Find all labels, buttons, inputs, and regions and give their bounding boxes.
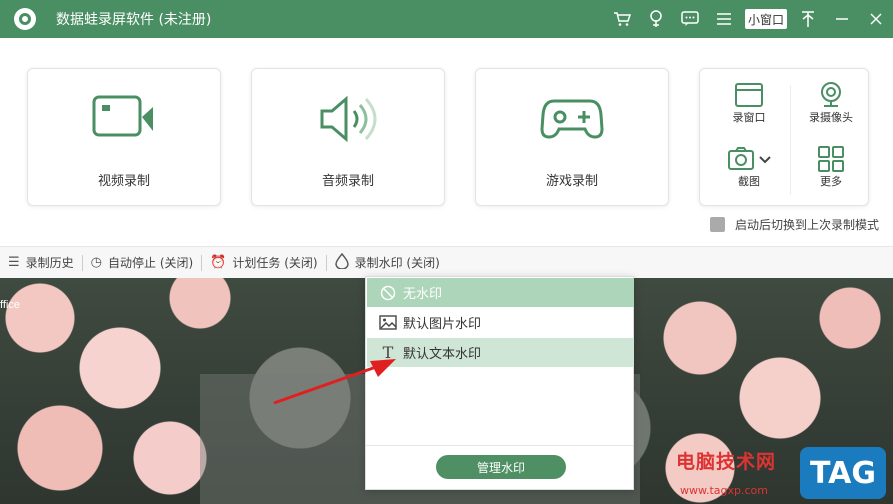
screenshot-tool[interactable]: 截图 bbox=[714, 145, 784, 189]
grid-icon bbox=[796, 145, 866, 173]
watermark-menu: 无水印 默认图片水印 T 默认文本水印 管理水印 bbox=[365, 276, 634, 490]
image-icon bbox=[377, 315, 399, 330]
video-record-card[interactable]: 视频录制 bbox=[27, 68, 221, 206]
preview-overlay-text: ffice bbox=[0, 299, 20, 311]
audio-record-card[interactable]: 音频录制 bbox=[251, 68, 445, 206]
game-record-label: 游戏录制 bbox=[545, 174, 598, 189]
status-bar: ☰ 录制历史 ◷ 自动停止 (关闭) ⏰ 计划任务 (关闭) 录制水印 (关闭) bbox=[0, 246, 893, 278]
game-record-card[interactable]: 游戏录制 bbox=[475, 68, 669, 206]
menu-item-no-watermark[interactable]: 无水印 bbox=[367, 278, 634, 307]
alarm-clock-icon: ⏰ bbox=[210, 255, 227, 270]
menu-item-image-watermark[interactable]: 默认图片水印 bbox=[367, 308, 634, 337]
site-watermark-url: www.tagxp.com bbox=[680, 484, 768, 497]
no-symbol-icon bbox=[377, 285, 399, 301]
main-panel: 视频录制 音频录制 游戏录制 录窗口 录摄像头 截图 更多 启动后切换到上次录制… bbox=[0, 38, 893, 246]
menu-divider bbox=[366, 445, 633, 446]
title-bar: 数据蛙录屏软件 (未注册) 小窗口 bbox=[0, 0, 893, 38]
drop-icon bbox=[334, 252, 349, 273]
tools-divider bbox=[790, 85, 791, 195]
title-bar-controls: 小窗口 bbox=[605, 0, 893, 38]
auto-stop-button[interactable]: ◷ 自动停止 (关闭) bbox=[83, 247, 202, 279]
clock-icon: ◷ bbox=[90, 255, 103, 270]
annotation-arrow-icon bbox=[273, 359, 396, 405]
webcam-icon bbox=[796, 81, 866, 109]
camera-icon bbox=[714, 145, 784, 173]
video-record-label: 视频录制 bbox=[97, 174, 150, 189]
pin-icon[interactable] bbox=[791, 0, 825, 38]
chat-icon[interactable] bbox=[673, 0, 707, 38]
schedule-label: 计划任务 (关闭) bbox=[232, 256, 318, 270]
record-window-tool[interactable]: 录窗口 bbox=[714, 81, 784, 125]
watermark-button[interactable]: 录制水印 (关闭) bbox=[327, 247, 448, 279]
schedule-button[interactable]: ⏰ 计划任务 (关闭) bbox=[202, 247, 325, 279]
auto-switch-label: 启动后切换到上次录制模式 bbox=[734, 218, 879, 232]
site-watermark-logo: TAG bbox=[800, 447, 886, 499]
screenshot-label: 截图 bbox=[738, 175, 760, 188]
tools-panel: 录窗口 录摄像头 截图 更多 bbox=[699, 68, 869, 206]
menu-item-label: 无水印 bbox=[403, 287, 443, 302]
watermark-label: 录制水印 (关闭) bbox=[354, 256, 440, 270]
history-button[interactable]: ☰ 录制历史 bbox=[0, 247, 82, 279]
window-icon bbox=[714, 81, 784, 109]
video-camera-icon bbox=[28, 93, 220, 149]
mini-window-button[interactable]: 小窗口 bbox=[744, 9, 787, 29]
auto-stop-label: 自动停止 (关闭) bbox=[108, 256, 194, 270]
menu-item-label: 默认图片水印 bbox=[403, 317, 482, 332]
auto-switch-option[interactable]: 启动后切换到上次录制模式 bbox=[709, 216, 879, 233]
app-title: 数据蛙录屏软件 (未注册) bbox=[56, 12, 212, 28]
close-icon[interactable] bbox=[859, 0, 893, 38]
site-watermark-text: 电脑技术网 bbox=[676, 451, 777, 473]
record-webcam-tool[interactable]: 录摄像头 bbox=[796, 81, 866, 125]
list-icon: ☰ bbox=[8, 255, 20, 270]
audio-record-label: 音频录制 bbox=[321, 174, 374, 189]
menu-icon[interactable] bbox=[707, 0, 741, 38]
bulb-icon[interactable] bbox=[639, 0, 673, 38]
cart-icon[interactable] bbox=[605, 0, 639, 38]
more-label: 更多 bbox=[820, 175, 842, 188]
gamepad-icon bbox=[476, 93, 668, 149]
history-label: 录制历史 bbox=[25, 256, 74, 270]
speaker-icon bbox=[252, 93, 444, 149]
app-logo-icon bbox=[14, 8, 36, 30]
manage-watermark-button[interactable]: 管理水印 bbox=[436, 455, 566, 479]
menu-item-label: 默认文本水印 bbox=[403, 347, 482, 362]
minimize-icon[interactable] bbox=[825, 0, 859, 38]
record-window-label: 录窗口 bbox=[732, 111, 766, 124]
menu-item-text-watermark[interactable]: T 默认文本水印 bbox=[367, 338, 634, 367]
auto-switch-checkbox[interactable] bbox=[709, 217, 725, 232]
more-tool[interactable]: 更多 bbox=[796, 145, 866, 189]
record-webcam-label: 录摄像头 bbox=[809, 111, 853, 124]
